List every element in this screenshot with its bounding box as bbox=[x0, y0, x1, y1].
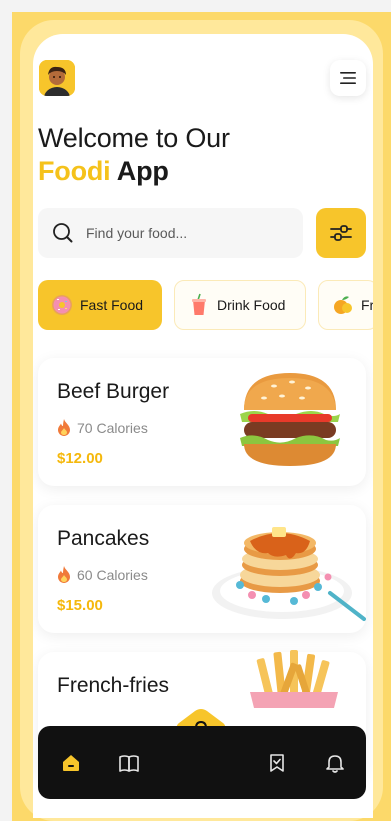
title-line-1: Welcome to Our bbox=[38, 123, 230, 153]
user-avatar-icon bbox=[39, 60, 75, 96]
filter-button[interactable] bbox=[316, 208, 366, 258]
flame-icon bbox=[58, 419, 70, 436]
bookmark-icon bbox=[270, 754, 284, 772]
category-label: Drink Food bbox=[217, 297, 286, 313]
category-label: Fast Food bbox=[80, 297, 144, 313]
category-fast-food[interactable]: Fast Food bbox=[38, 280, 162, 330]
food-card-beef-burger[interactable]: Beef Burger 70 Calories $12.00 bbox=[38, 358, 366, 486]
food-name: French-fries bbox=[57, 674, 170, 697]
fries-icon bbox=[250, 650, 338, 708]
search-input[interactable] bbox=[86, 225, 286, 241]
page-title: Welcome to Our Foodi App bbox=[38, 122, 358, 188]
nav-bookmarks[interactable] bbox=[264, 750, 290, 776]
food-card-pancakes[interactable]: Pancakes 60 Calories $15.00 bbox=[38, 505, 366, 633]
phone-screen: Welcome to Our Foodi App Find your food.… bbox=[33, 34, 373, 818]
pancakes-icon bbox=[212, 527, 366, 621]
nav-notifications[interactable] bbox=[322, 750, 348, 776]
food-name: Beef Burger bbox=[57, 380, 170, 403]
drink-cup-icon bbox=[192, 293, 206, 315]
avatar[interactable] bbox=[39, 60, 75, 96]
search-icon bbox=[53, 223, 73, 243]
nav-menu-book[interactable] bbox=[116, 750, 142, 776]
flame-icon bbox=[58, 566, 70, 583]
nav-home[interactable] bbox=[58, 750, 84, 776]
burger-icon bbox=[240, 373, 340, 466]
category-list: Fast Food Drink Food Fr bbox=[38, 280, 373, 330]
food-price: $15.00 bbox=[57, 597, 103, 614]
search-bar[interactable] bbox=[38, 208, 303, 258]
sliders-icon bbox=[330, 225, 352, 241]
food-calories: 60 Calories bbox=[57, 566, 148, 583]
title-accent: Foodi bbox=[38, 156, 111, 186]
fruit-icon bbox=[334, 296, 352, 314]
food-price: $12.00 bbox=[57, 450, 103, 467]
bottom-navigation bbox=[38, 726, 366, 799]
calories-text: 60 Calories bbox=[77, 566, 148, 583]
category-label: Fr bbox=[361, 297, 373, 313]
hamburger-menu-icon bbox=[340, 72, 356, 84]
donut-icon bbox=[52, 295, 72, 315]
title-line-2: Foodi App bbox=[38, 155, 358, 188]
bell-icon bbox=[326, 755, 344, 773]
calories-text: 70 Calories bbox=[77, 419, 148, 436]
category-drink-food[interactable]: Drink Food bbox=[174, 280, 306, 330]
food-calories: 70 Calories bbox=[57, 419, 148, 436]
menu-button[interactable] bbox=[330, 60, 366, 96]
category-fruit[interactable]: Fr bbox=[318, 280, 373, 330]
title-rest: App bbox=[110, 156, 169, 186]
home-icon bbox=[63, 755, 79, 771]
book-icon bbox=[119, 755, 139, 772]
food-name: Pancakes bbox=[57, 527, 150, 550]
